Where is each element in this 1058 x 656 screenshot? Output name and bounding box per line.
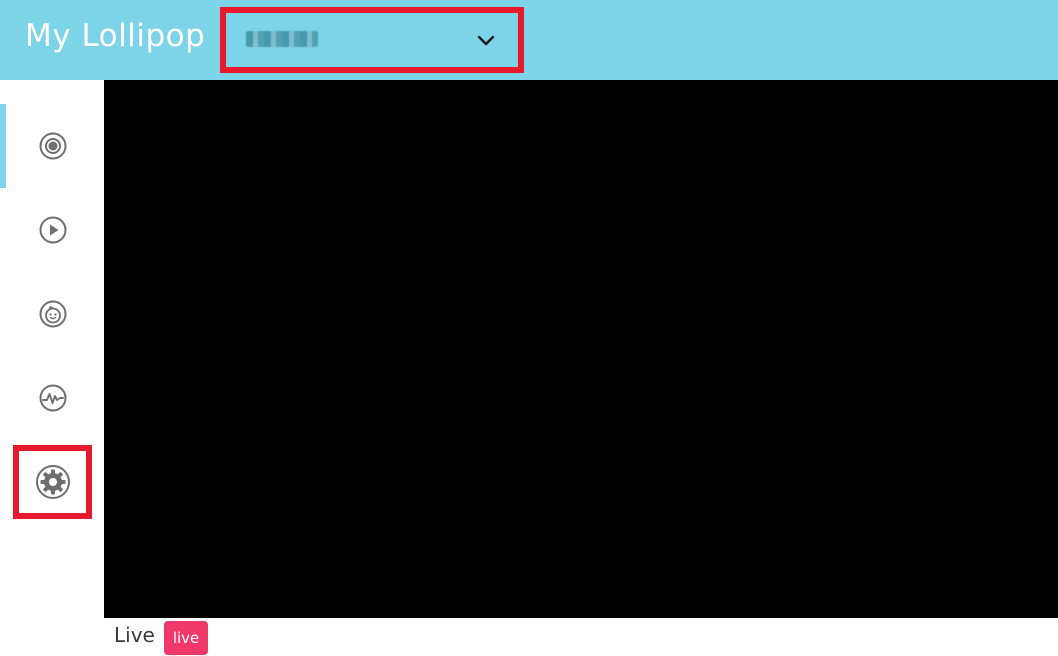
- sidebar-item-camera[interactable]: [22, 115, 84, 177]
- chevron-down-icon: [477, 35, 495, 46]
- sidebar-item-playback[interactable]: [22, 199, 84, 261]
- live-status-row: Live live: [114, 620, 209, 656]
- live-video-view[interactable]: [104, 80, 1058, 618]
- sidebar-item-baby[interactable]: [22, 283, 84, 345]
- camera-lens-icon: [39, 132, 67, 160]
- sidebar: [0, 80, 104, 656]
- play-icon: [39, 216, 67, 244]
- live-status-label: Live: [114, 623, 155, 647]
- activity-pulse-icon: [39, 384, 67, 412]
- gear-icon: [35, 465, 70, 499]
- app-title: My Lollipop: [25, 18, 206, 54]
- sidebar-item-activity[interactable]: [22, 367, 84, 429]
- live-status-badge: live: [163, 621, 209, 655]
- baby-face-icon: [39, 300, 67, 328]
- device-select-dropdown[interactable]: [220, 7, 524, 73]
- active-nav-indicator: [0, 104, 6, 188]
- header-bar: My Lollipop: [0, 0, 1058, 80]
- sidebar-item-settings[interactable]: [13, 445, 92, 519]
- device-select-value: [246, 31, 318, 47]
